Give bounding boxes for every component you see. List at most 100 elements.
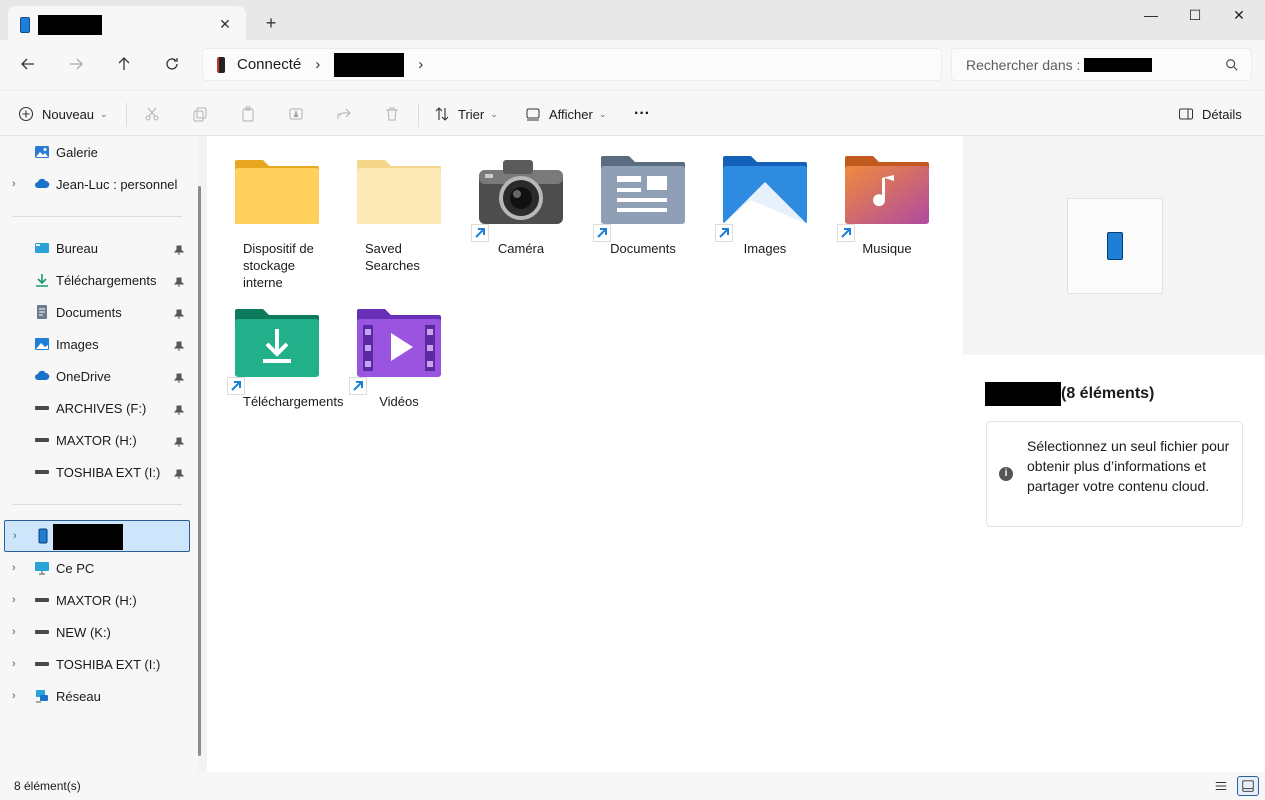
folder-item-camera[interactable]: Caméra [471, 154, 571, 257]
details-button[interactable]: Détails [1178, 101, 1242, 127]
folder-item-downloads[interactable]: Téléchargements [227, 307, 343, 410]
forward-button[interactable] [64, 52, 88, 76]
tab-device[interactable]: ✕ [8, 6, 246, 44]
rename-button[interactable] [288, 101, 304, 127]
sidebar-item-personal-onedrive[interactable]: › Jean-Luc : personnel [0, 169, 190, 199]
large-icons-view-button[interactable] [1237, 776, 1259, 796]
redacted-search-target [1084, 57, 1153, 72]
sidebar-item-label: Documents [56, 304, 122, 320]
sidebar-item-toshiba-drive-pc[interactable]: › TOSHIBA EXT (I:) [0, 649, 190, 679]
folder-icon [355, 154, 443, 226]
pin-icon[interactable] [173, 275, 185, 287]
cut-button[interactable] [144, 101, 160, 127]
shortcut-arrow-icon [349, 377, 367, 395]
item-count: 8 élément(s) [14, 779, 81, 793]
chevron-right-icon[interactable]: › [12, 594, 22, 606]
sidebar-item-onedrive[interactable]: OneDrive [0, 361, 190, 391]
close-window-button[interactable]: ✕ [1216, 0, 1262, 32]
drive-icon [34, 656, 50, 672]
pin-icon[interactable] [173, 243, 185, 255]
folder-item-videos[interactable]: Vidéos [349, 307, 449, 410]
sidebar-item-gallery[interactable]: Galerie [0, 137, 190, 167]
search-icon[interactable] [1225, 58, 1239, 72]
chevron-right-icon[interactable]: › [12, 562, 22, 574]
sidebar-item-network[interactable]: › Réseau [0, 681, 190, 711]
drive-icon [34, 624, 50, 640]
plus-circle-icon [18, 106, 34, 122]
new-tab-button[interactable]: + [262, 14, 280, 32]
sidebar-scrollbar[interactable] [198, 186, 201, 756]
sidebar-item-downloads[interactable]: Téléchargements [0, 265, 190, 295]
new-button[interactable]: Nouveau ⌄ [18, 101, 108, 127]
pin-icon[interactable] [173, 307, 185, 319]
tab-close-button[interactable]: ✕ [216, 15, 234, 33]
title-bar: ✕ + — ☐ ✕ [0, 0, 1265, 44]
search-placeholder: Rechercher dans : [966, 56, 1081, 73]
details-view-button[interactable] [1210, 776, 1232, 796]
network-icon [34, 688, 50, 704]
sidebar-item-documents[interactable]: Documents [0, 297, 190, 327]
sidebar-item-label: Bureau [56, 240, 98, 256]
shortcut-arrow-icon [715, 224, 733, 242]
pin-icon[interactable] [173, 403, 185, 415]
address-input[interactable]: Connecté › › [202, 48, 942, 81]
copy-button[interactable] [192, 101, 208, 127]
delete-button[interactable] [384, 101, 400, 127]
up-button[interactable] [112, 52, 136, 76]
breadcrumb-connected[interactable]: Connecté [237, 56, 301, 73]
sidebar-item-desktop[interactable]: Bureau [0, 233, 190, 263]
chevron-down-icon: ⌄ [490, 108, 498, 119]
minimize-button[interactable]: — [1128, 0, 1174, 32]
redacted-breadcrumb[interactable] [334, 52, 405, 77]
sidebar-item-label: MAXTOR (H:) [56, 432, 137, 448]
shortcut-arrow-icon [837, 224, 855, 242]
back-button[interactable] [16, 52, 40, 76]
sidebar-item-this-pc[interactable]: › Ce PC [0, 553, 190, 583]
pin-icon[interactable] [173, 339, 185, 351]
folder-item-documents[interactable]: Documents [593, 154, 693, 257]
sidebar-item-archives-drive[interactable]: ARCHIVES (F:) [0, 393, 190, 423]
chevron-right-icon[interactable]: › [12, 658, 22, 670]
sort-label: Trier [458, 106, 485, 122]
folder-item-saved-searches[interactable]: Saved Searches [349, 154, 449, 274]
folder-item-internal-storage[interactable]: Dispositif de stockage interne [227, 154, 327, 291]
pc-icon [34, 560, 50, 576]
chevron-right-icon[interactable]: › [12, 626, 22, 638]
sidebar-item-images[interactable]: Images [0, 329, 190, 359]
sidebar-item-device[interactable]: › [4, 520, 190, 552]
info-message: Sélectionnez un seul fichier pour obteni… [1027, 438, 1230, 494]
folder-item-images[interactable]: Images [715, 154, 815, 257]
sidebar-item-toshiba-drive[interactable]: TOSHIBA EXT (I:) [0, 457, 190, 487]
command-bar: Nouveau ⌄ Trier ⌄ Afficher ⌄ ··· Détails [0, 90, 1265, 136]
view-button[interactable]: Afficher ⌄ [525, 101, 606, 127]
pin-icon[interactable] [173, 371, 185, 383]
sort-button[interactable]: Trier ⌄ [434, 101, 498, 127]
sidebar-item-maxtor-drive[interactable]: MAXTOR (H:) [0, 425, 190, 455]
item-count-label: (8 éléments) [1061, 385, 1155, 402]
chevron-right-icon[interactable]: › [315, 56, 320, 73]
paste-button[interactable] [240, 101, 256, 127]
pin-icon[interactable] [173, 467, 185, 479]
address-bar-row: Connecté › › Rechercher dans : [0, 40, 1265, 90]
folder-item-music[interactable]: Musique [837, 154, 937, 257]
shortcut-arrow-icon [471, 224, 489, 242]
rename-icon [289, 108, 303, 120]
chevron-down-icon: ⌄ [598, 108, 607, 119]
sidebar-item-maxtor-drive-pc[interactable]: › MAXTOR (H:) [0, 585, 190, 615]
sidebar-item-new-drive[interactable]: › NEW (K:) [0, 617, 190, 647]
chevron-right-icon[interactable]: › [418, 56, 423, 73]
more-options-button[interactable]: ··· [634, 101, 650, 127]
pin-icon[interactable] [173, 435, 185, 447]
chevron-right-icon[interactable]: › [12, 178, 22, 190]
navigation-pane: Galerie › Jean-Luc : personnel Bureau Té… [0, 136, 198, 772]
share-button[interactable] [336, 101, 352, 127]
chevron-right-icon[interactable]: › [13, 530, 23, 542]
paste-icon [242, 106, 254, 122]
chevron-right-icon[interactable]: › [12, 690, 22, 702]
search-input[interactable]: Rechercher dans : [951, 48, 1252, 81]
maximize-button[interactable]: ☐ [1172, 0, 1218, 32]
refresh-button[interactable] [160, 52, 184, 76]
file-explorer-window: ✕ + — ☐ ✕ Connecté › › Rechercher dans : [0, 0, 1265, 800]
sidebar-item-label: ARCHIVES (F:) [56, 400, 147, 416]
chevron-down-icon: ⌄ [100, 108, 108, 119]
